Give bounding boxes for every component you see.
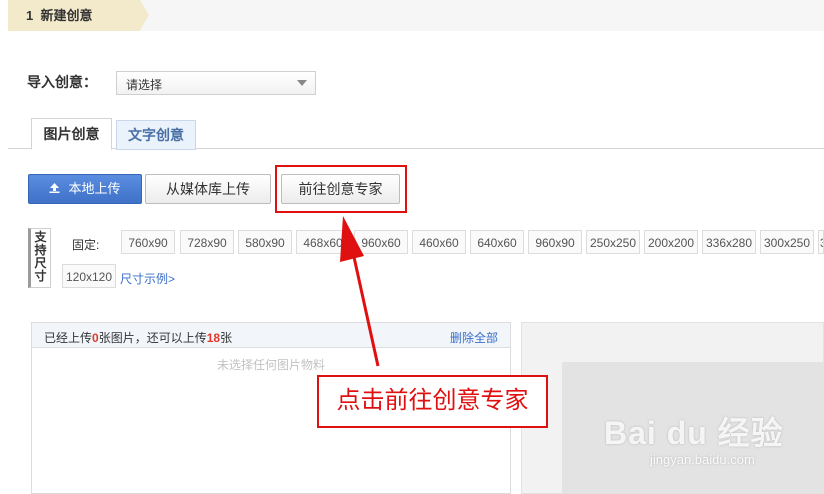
size-tag[interactable]: 120x120 — [62, 264, 116, 288]
size-tag[interactable]: 960x60 — [354, 230, 408, 254]
step-title: 新建创意 — [40, 8, 93, 23]
media-library-upload-button[interactable]: 从媒体库上传 — [145, 174, 271, 204]
baidu-watermark: Bai du 经验 — [604, 415, 784, 451]
size-tag[interactable]: 200x200 — [644, 230, 698, 254]
size-tag[interactable]: 250x250 — [586, 230, 640, 254]
size-tag[interactable]: 3 — [818, 230, 824, 254]
remaining-count: 18 — [206, 331, 221, 345]
size-tag[interactable]: 728x90 — [180, 230, 234, 254]
step-number: 1 — [26, 8, 34, 23]
fixed-size-label: 固定: — [72, 238, 100, 252]
local-upload-button[interactable]: 本地上传 — [28, 174, 142, 204]
size-tag[interactable]: 760x90 — [121, 230, 175, 254]
size-example-link[interactable]: 尺寸示例> — [120, 270, 175, 287]
upload-status-middle: 张图片，还可以上传 — [98, 331, 207, 345]
upload-status: 已经上传0张图片，还可以上传18张 — [44, 329, 232, 346]
highlight-box — [275, 165, 407, 213]
empty-hint: 未选择任何图片物料 — [217, 358, 326, 372]
upload-status-suffix: 张 — [220, 331, 233, 345]
support-size-label: 支 持 尺 寸 — [28, 228, 51, 288]
chevron-down-icon — [297, 80, 307, 86]
size-tag[interactable]: 580x90 — [238, 230, 292, 254]
step-header: 1 新建创意 — [8, 0, 140, 31]
size-tag[interactable]: 468x60 — [296, 230, 350, 254]
baidu-watermark-url: jingyan.baidu.com — [650, 452, 755, 467]
upload-status-prefix: 已经上传 — [44, 331, 93, 345]
delete-all-link[interactable]: 删除全部 — [450, 329, 498, 346]
uploaded-count: 0 — [92, 331, 99, 345]
size-tag[interactable]: 460x60 — [412, 230, 466, 254]
upload-icon — [49, 182, 60, 193]
support-char: 寸 — [34, 269, 47, 283]
step-arrow — [140, 0, 149, 30]
annotation-callout: 点击前往创意专家 — [317, 375, 548, 428]
size-tag[interactable]: 960x90 — [528, 230, 582, 254]
local-upload-label: 本地上传 — [68, 181, 121, 196]
upload-list-header: 已经上传0张图片，还可以上传18张 删除全部 — [31, 322, 511, 348]
import-label: 导入创意： — [27, 74, 97, 90]
tab-text-creative[interactable]: 文字创意 — [116, 120, 196, 150]
import-select-value: 请选择 — [126, 78, 163, 92]
size-tag[interactable]: 640x60 — [470, 230, 524, 254]
size-tag[interactable]: 336x280 — [702, 230, 756, 254]
import-select[interactable]: 请选择 — [116, 71, 316, 95]
size-tag[interactable]: 300x250 — [760, 230, 814, 254]
tab-image-creative[interactable]: 图片创意 — [31, 118, 112, 150]
